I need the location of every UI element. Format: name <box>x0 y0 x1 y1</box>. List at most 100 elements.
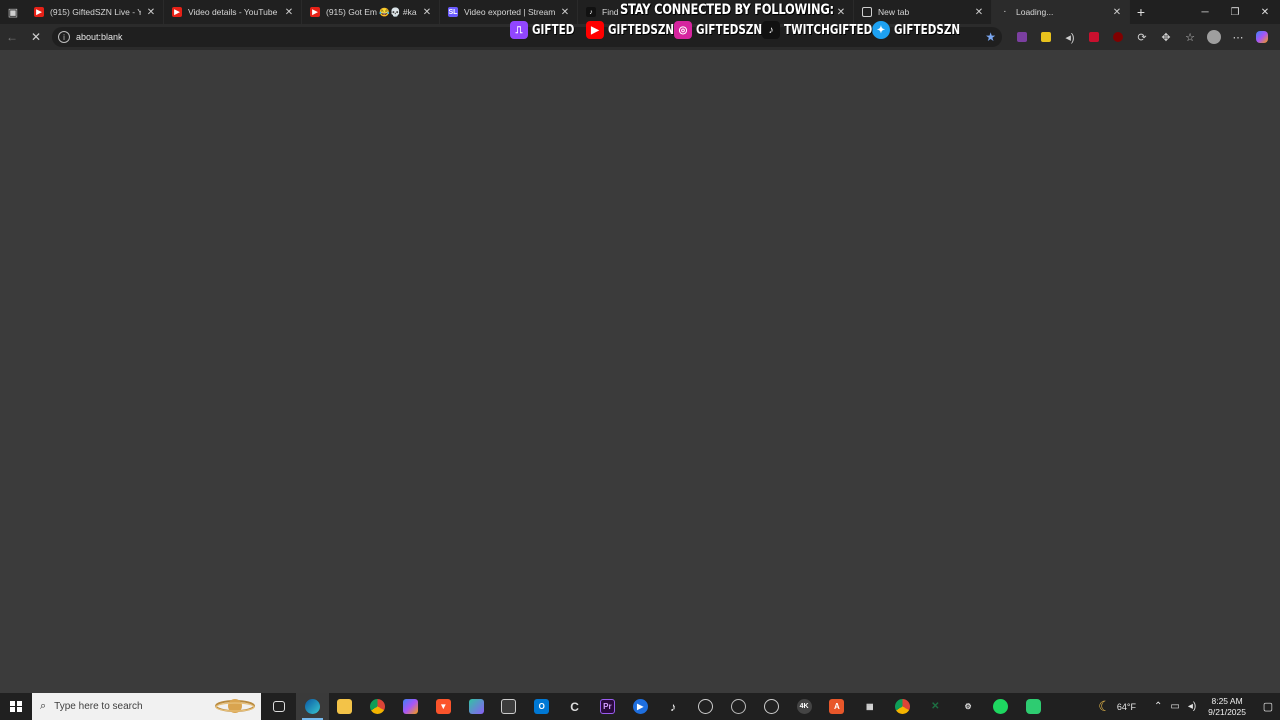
favorite-star-icon[interactable]: ★ <box>985 30 996 44</box>
social-label: GIFTEDSZN <box>608 22 675 38</box>
page-content-blank[interactable] <box>0 50 1280 693</box>
chrome-profile-icon[interactable] <box>886 693 919 720</box>
stop-loading-button[interactable]: ✕ <box>24 24 48 50</box>
close-window-icon[interactable]: ✕ <box>1250 0 1280 24</box>
twitch-icon: ⎍ <box>510 21 528 39</box>
windows-logo-icon <box>10 700 22 713</box>
loading-icon: · <box>1003 8 1007 16</box>
youtube-icon: ▶ <box>172 7 182 17</box>
streamlabs-icon[interactable] <box>460 693 493 720</box>
site-info-icon[interactable]: i <box>58 31 70 43</box>
taskbar-search-box[interactable]: ⌕ Type here to search <box>32 693 261 720</box>
weather-widget[interactable]: ☾ 64°F <box>1098 698 1136 715</box>
copilot-app-icon[interactable] <box>394 693 427 720</box>
extension-purple-icon[interactable] <box>1010 24 1034 50</box>
tab-loading[interactable]: · Loading... ✕ <box>992 0 1130 24</box>
tab-title: (915) Got Em 😂💀 #kaicen <box>326 6 417 17</box>
brave-icon[interactable]: ▼ <box>427 693 460 720</box>
profile-avatar[interactable] <box>1202 24 1226 50</box>
task-view-icon[interactable] <box>263 693 296 720</box>
chevron-up-icon[interactable]: ⌃ <box>1154 701 1162 712</box>
outlook-icon[interactable]: O <box>525 693 558 720</box>
youtube-icon: ▶ <box>586 21 604 39</box>
url-text[interactable]: about:blank <box>76 32 123 42</box>
social-instagram: ◎ GIFTEDSZN <box>674 21 763 39</box>
tab-video-details[interactable]: ▶ Video details - YouTube Stu ✕ <box>164 0 302 24</box>
overlay-socials: ⎍ GIFTED ▶ GIFTEDSZN ◎ GIFTEDSZN ♪ TWITC… <box>510 20 960 40</box>
clock[interactable]: 8:25 AM 9/21/2025 <box>1208 696 1246 718</box>
excel-icon[interactable]: ✕ <box>919 693 952 720</box>
close-icon[interactable]: ✕ <box>145 7 157 18</box>
clock-time: 8:25 AM <box>1211 695 1243 706</box>
more-options-icon[interactable]: ⋯ <box>1226 24 1250 50</box>
steam-icon[interactable]: ⚙ <box>952 693 985 720</box>
tab-title: (915) GiftedSZN Live - YouT <box>50 7 141 17</box>
edge-icon[interactable] <box>295 693 329 720</box>
copilot-icon[interactable] <box>1250 24 1274 50</box>
spotify-icon[interactable] <box>985 693 1018 720</box>
overlay-title: STAY CONNECTED BY FOLLOWING: <box>620 2 834 18</box>
game-app-icon[interactable] <box>1017 693 1050 720</box>
social-twitch: ⎍ GIFTED <box>510 21 580 39</box>
youtube-icon: ▶ <box>34 7 44 17</box>
tab-title: Video details - YouTube Stu <box>188 7 279 17</box>
search-highlight-planet-icon <box>215 699 255 713</box>
social-label: GIFTED <box>532 22 575 38</box>
close-icon[interactable]: ✕ <box>973 7 985 18</box>
adobe-app-icon[interactable]: A <box>821 693 854 720</box>
disc-app-icon[interactable] <box>689 693 722 720</box>
extensions-row: ◂) ⟳ ✥ ☆ ⋯ <box>1010 24 1274 50</box>
window-controls: ─ ❐ ✕ <box>1190 0 1280 24</box>
speaker-icon[interactable]: ◂) <box>1058 24 1082 50</box>
youtube-icon: ▶ <box>310 7 320 17</box>
search-icon: ⌕ <box>40 700 47 712</box>
social-label: GIFTEDSZN <box>696 22 763 38</box>
close-icon[interactable]: ✕ <box>283 7 295 18</box>
network-icon[interactable]: ▭ <box>1170 701 1179 712</box>
favorites-icon[interactable]: ☆ <box>1178 24 1202 50</box>
video-editor-icon[interactable]: ▶ <box>624 693 657 720</box>
premiere-pro-icon[interactable]: Pr <box>591 693 624 720</box>
notifications-icon[interactable]: ▢ <box>1256 693 1280 720</box>
system-tray: ☾ 64°F ⌃ ▭ ◂) 8:25 AM 9/21/2025 ▢ <box>1098 693 1280 720</box>
ublock-icon[interactable] <box>1106 24 1130 50</box>
capcut-icon[interactable]: C <box>558 693 591 720</box>
extensions-icon[interactable]: ✥ <box>1154 24 1178 50</box>
tiktok-app-icon[interactable]: ♪ <box>657 693 690 720</box>
tab-title: Loading... <box>1016 7 1054 17</box>
search-placeholder: Type here to search <box>54 701 143 712</box>
close-icon[interactable]: ✕ <box>1111 7 1123 18</box>
twitter-icon: ✦ <box>872 21 890 39</box>
social-label: GIFTEDSZN <box>894 22 961 38</box>
back-button[interactable]: ← <box>0 24 24 50</box>
extension-yellow-icon[interactable] <box>1034 24 1058 50</box>
tab-giftedszn-live[interactable]: ▶ (915) GiftedSZN Live - YouT ✕ <box>26 0 164 24</box>
tray-icons: ⌃ ▭ ◂) <box>1150 701 1200 712</box>
file-explorer-icon[interactable] <box>329 693 362 720</box>
volume-icon[interactable]: ◂) <box>1188 701 1196 712</box>
chrome-icon[interactable] <box>361 693 394 720</box>
tab-actions-menu-icon[interactable]: ▣ <box>0 0 26 24</box>
extension-red-icon[interactable] <box>1082 24 1106 50</box>
social-tiktok: ♪ TWITCHGIFTED <box>762 21 873 39</box>
instagram-icon: ◎ <box>674 21 692 39</box>
tiktok-icon: ♪ <box>762 21 780 39</box>
tab-got-em[interactable]: ▶ (915) Got Em 😂💀 #kaicen ✕ <box>302 0 440 24</box>
elgato-icon[interactable]: ▦ <box>853 693 886 720</box>
new-tab-button[interactable]: + <box>1130 0 1152 24</box>
social-label: TWITCHGIFTED <box>784 22 873 38</box>
refresh-extension-icon[interactable]: ⟳ <box>1130 24 1154 50</box>
moon-icon: ☾ <box>1098 698 1111 714</box>
obs-icon[interactable] <box>755 693 788 720</box>
4k-downloader-icon[interactable]: 4K <box>788 693 821 720</box>
taskbar-pinned-apps: ▼ O C Pr ▶ ♪ 4K A ▦ ✕ ⚙ <box>263 693 1050 720</box>
streamladder-icon: SL <box>448 7 458 17</box>
restore-icon[interactable]: ❐ <box>1220 0 1250 24</box>
start-button[interactable] <box>0 693 32 720</box>
store-icon[interactable] <box>493 693 526 720</box>
clock-date: 9/21/2025 <box>1208 706 1246 717</box>
close-icon[interactable]: ✕ <box>421 7 433 18</box>
circle-app-icon[interactable] <box>722 693 755 720</box>
minimize-icon[interactable]: ─ <box>1190 0 1220 24</box>
weather-temp: 64°F <box>1116 701 1136 712</box>
